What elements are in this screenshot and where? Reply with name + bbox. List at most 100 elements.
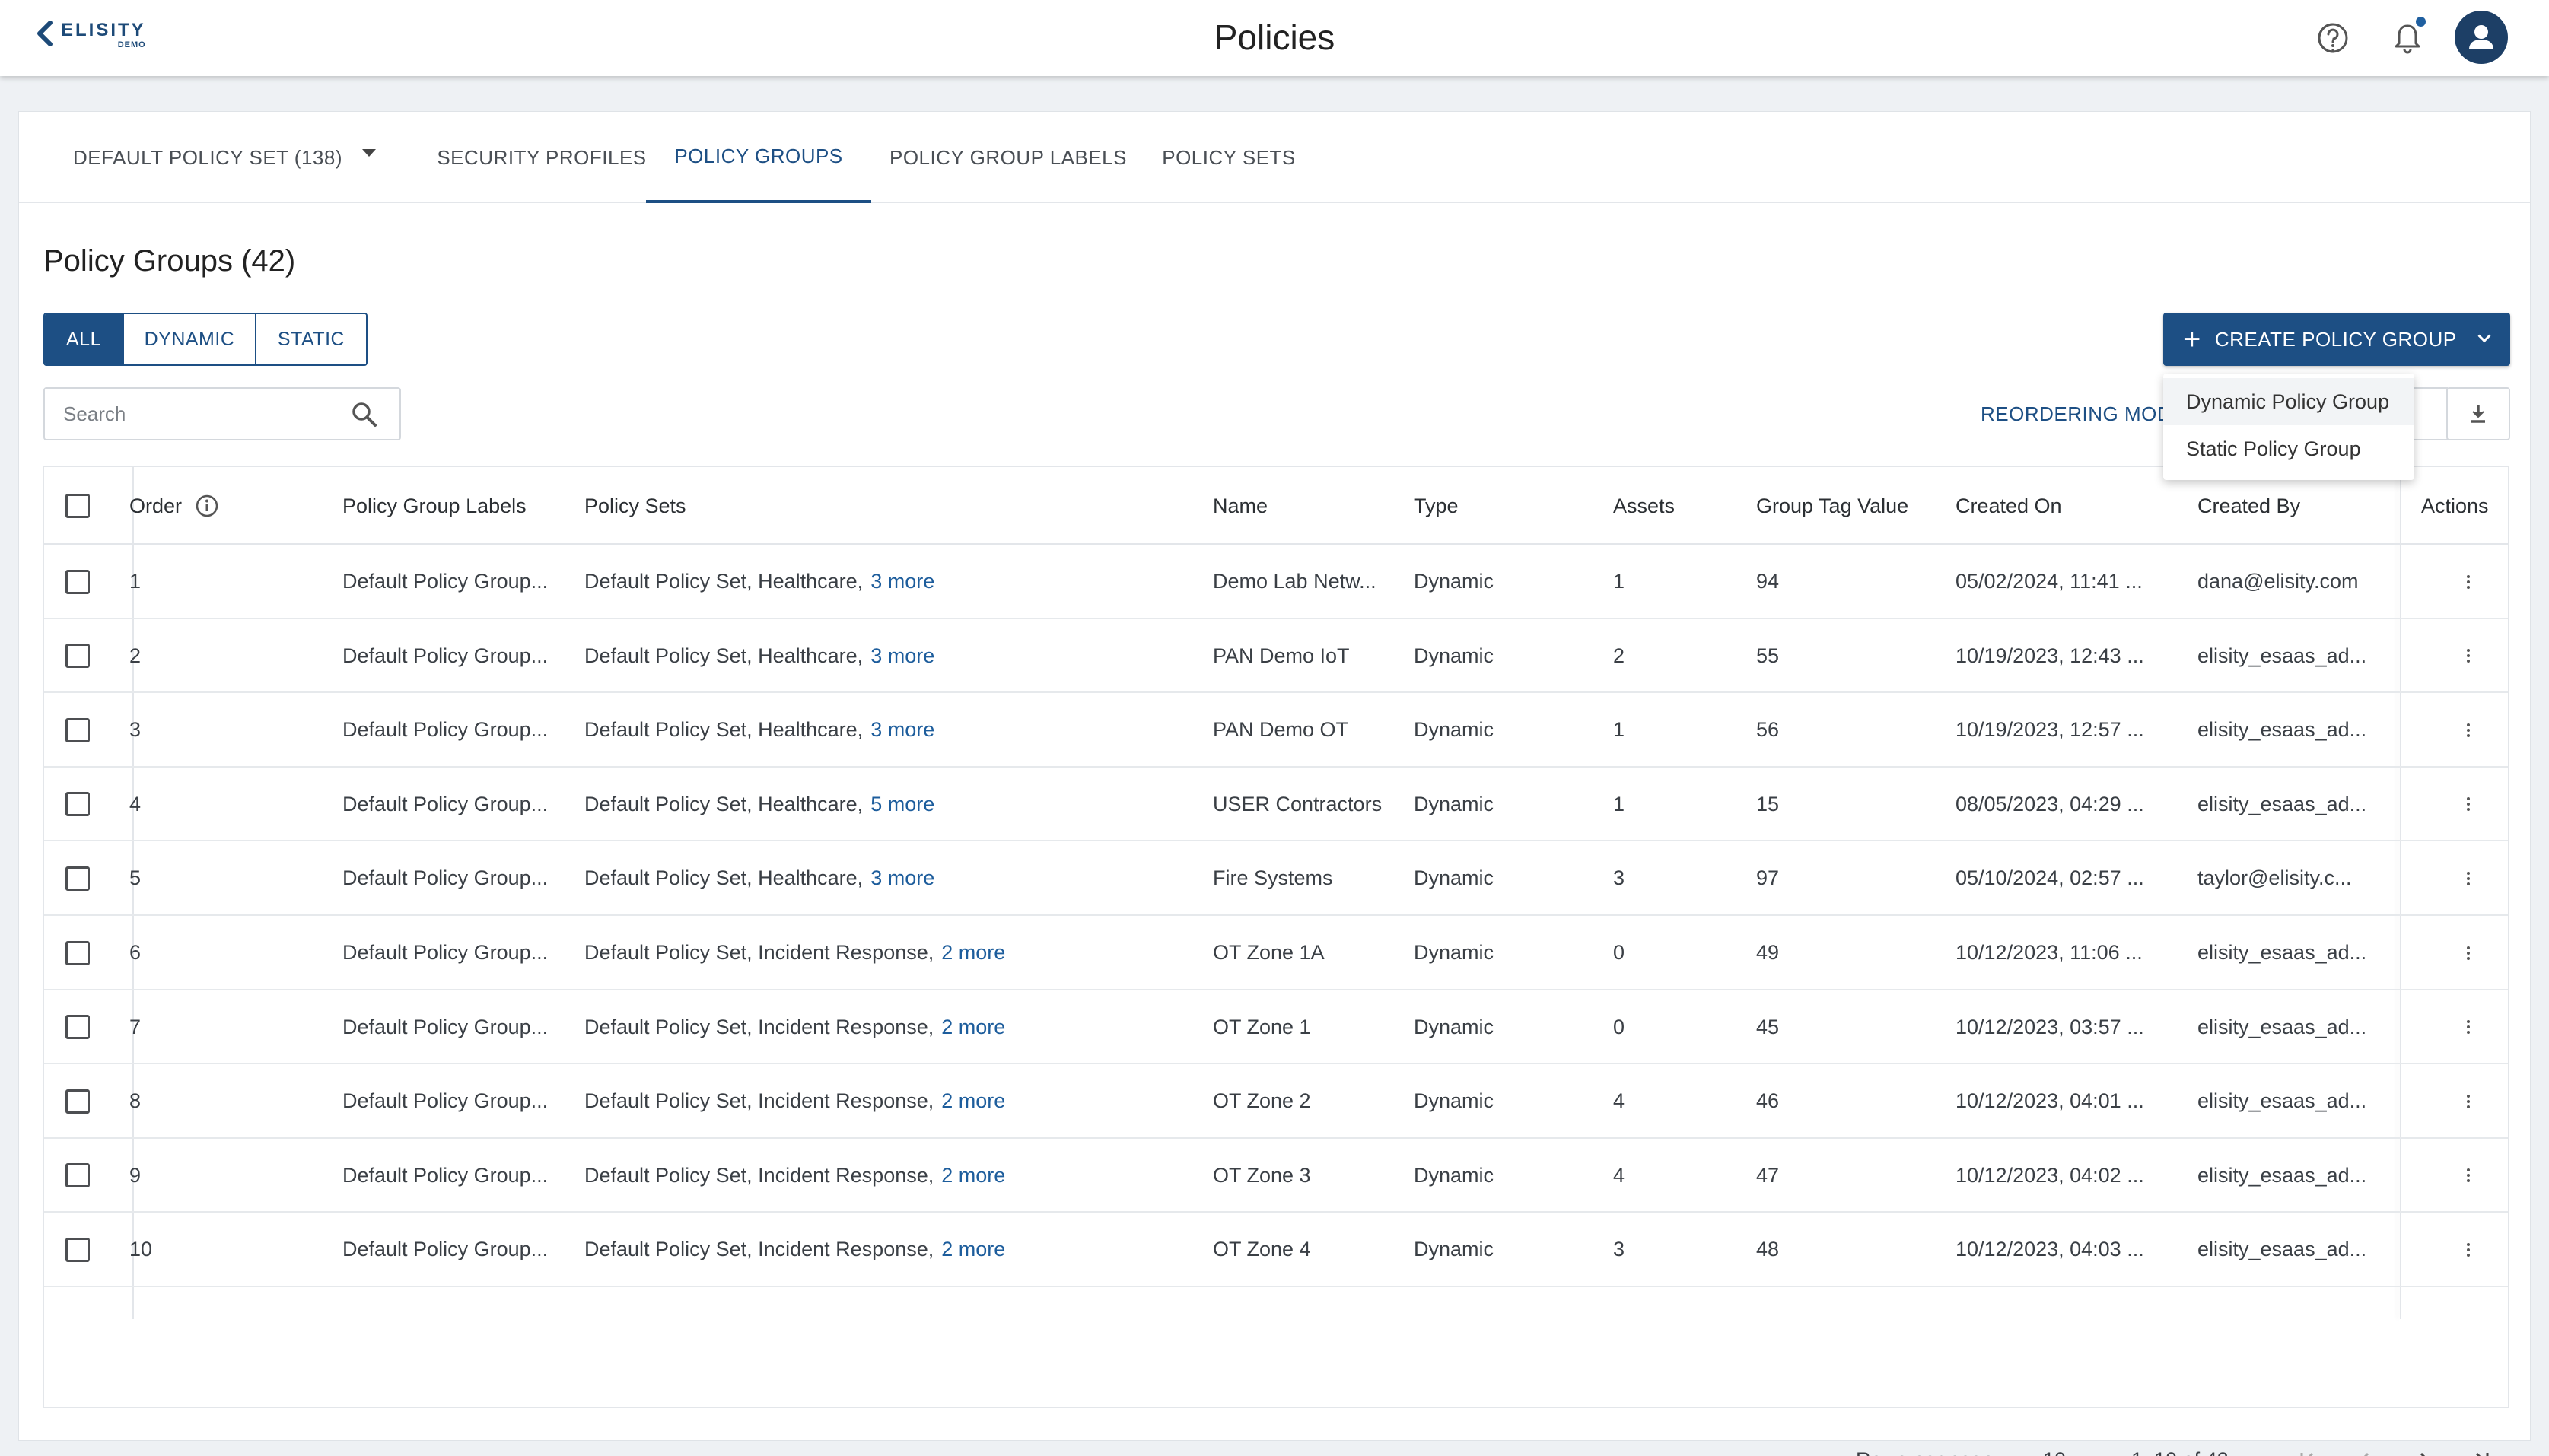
- row-actions-menu-icon[interactable]: [2467, 916, 2470, 990]
- top-bar: ELISITY DEMO Policies: [0, 0, 2549, 76]
- search-icon[interactable]: [351, 401, 378, 428]
- info-icon[interactable]: [194, 493, 220, 519]
- column-policy-group-labels[interactable]: Policy Group Labels: [342, 467, 527, 545]
- cell-sets: Default Policy Set, Healthcare, 3 more: [584, 866, 935, 890]
- row-actions-menu-icon[interactable]: [2467, 1213, 2470, 1286]
- cell-tag: 94: [1756, 570, 1780, 593]
- tab-policy-sets[interactable]: POLICY SETS: [1145, 112, 1313, 203]
- table-row[interactable]: 4 Default Policy Group... Default Policy S…: [44, 768, 2508, 842]
- row-checkbox[interactable]: [65, 768, 90, 841]
- column-name[interactable]: Name: [1213, 467, 1268, 545]
- cell-order: 10: [129, 1238, 153, 1261]
- row-checkbox[interactable]: [65, 693, 90, 767]
- table-row[interactable]: 5 Default Policy Group... Default Policy S…: [44, 841, 2508, 916]
- column-type[interactable]: Type: [1414, 467, 1459, 545]
- cell-labels: Default Policy Group...: [342, 718, 549, 742]
- cell-created-on: 05/02/2024, 11:41 ...: [1956, 570, 2143, 593]
- more-policy-sets-link[interactable]: 5 more: [870, 793, 934, 816]
- row-actions-menu-icon[interactable]: [2467, 545, 2470, 618]
- row-checkbox[interactable]: [65, 990, 90, 1064]
- tab-policy-group-labels[interactable]: POLICY GROUP LABELS: [871, 112, 1145, 203]
- tab-policy-groups[interactable]: POLICY GROUPS: [646, 112, 871, 203]
- column-created-on[interactable]: Created On: [1956, 467, 2062, 545]
- more-policy-sets-link[interactable]: 2 more: [941, 941, 1005, 965]
- row-checkbox[interactable]: [65, 619, 90, 693]
- column-order[interactable]: Order: [129, 467, 220, 545]
- previous-page-icon[interactable]: [2349, 1443, 2382, 1456]
- download-button[interactable]: [2446, 387, 2510, 440]
- cell-name: USER Contractors: [1213, 792, 1383, 815]
- table-row[interactable]: 10 Default Policy Group... Default Policy …: [44, 1213, 2508, 1287]
- more-policy-sets-link[interactable]: 3 more: [870, 644, 934, 668]
- search-input[interactable]: [45, 402, 334, 426]
- more-policy-sets-link[interactable]: 3 more: [870, 718, 934, 742]
- row-checkbox[interactable]: [65, 1139, 90, 1213]
- table-header: Order Policy Group Labels Policy Sets Na…: [44, 467, 2508, 545]
- cell-tag: 15: [1756, 792, 1780, 815]
- row-checkbox[interactable]: [65, 545, 90, 618]
- page-title: Policies: [1214, 17, 1335, 57]
- rows-per-page-label: Rows per page:: [1856, 1429, 2000, 1456]
- table-row[interactable]: 3 Default Policy Group... Default Policy S…: [44, 693, 2508, 768]
- more-policy-sets-link[interactable]: 2 more: [941, 1016, 1005, 1039]
- row-actions-menu-icon[interactable]: [2467, 990, 2470, 1064]
- menu-item-dynamic-policy-group[interactable]: Dynamic Policy Group: [2163, 378, 2414, 425]
- cell-sets: Default Policy Set, Incident Response, 2 …: [584, 1238, 1006, 1261]
- more-policy-sets-link[interactable]: 2 more: [941, 1238, 1005, 1261]
- row-actions-menu-icon[interactable]: [2467, 841, 2470, 915]
- cell-order: 6: [129, 941, 142, 964]
- row-actions-menu-icon[interactable]: [2467, 693, 2470, 767]
- cell-order: 4: [129, 792, 142, 815]
- cell-created-by: dana@elisity.com: [2197, 570, 2359, 593]
- first-page-icon[interactable]: [2291, 1443, 2325, 1456]
- filter-all-button[interactable]: ALL: [45, 314, 124, 364]
- reordering-mode-button[interactable]: REORDERING MOD: [1981, 402, 2172, 426]
- column-group-tag-value[interactable]: Group Tag Value: [1756, 467, 1908, 545]
- table-row[interactable]: 8 Default Policy Group... Default Policy S…: [44, 1064, 2508, 1139]
- row-checkbox[interactable]: [65, 841, 90, 915]
- row-actions-menu-icon[interactable]: [2467, 1139, 2470, 1213]
- cell-name: OT Zone 1A: [1213, 941, 1325, 964]
- cell-name: Fire Systems: [1213, 866, 1333, 890]
- cell-labels: Default Policy Group...: [342, 941, 549, 964]
- tab-security-profiles[interactable]: SECURITY PROFILES: [416, 112, 667, 203]
- cell-assets: 1: [1613, 570, 1625, 593]
- filter-static-button[interactable]: STATIC: [256, 314, 366, 364]
- more-policy-sets-link[interactable]: 2 more: [941, 1089, 1005, 1113]
- policies-card: DEFAULT POLICY SET (138) SECURITY PROFIL…: [18, 111, 2531, 1456]
- help-icon[interactable]: [2310, 15, 2356, 61]
- row-checkbox[interactable]: [65, 916, 90, 990]
- user-avatar[interactable]: [2455, 11, 2508, 64]
- filter-dynamic-button[interactable]: DYNAMIC: [124, 314, 256, 364]
- table-row[interactable]: 2 Default Policy Group... Default Policy S…: [44, 619, 2508, 694]
- more-policy-sets-link[interactable]: 3 more: [870, 570, 934, 593]
- more-policy-sets-link[interactable]: 2 more: [941, 1164, 1005, 1187]
- select-all-checkbox[interactable]: [65, 467, 90, 545]
- cell-tag: 55: [1756, 644, 1780, 667]
- cell-created-on: 10/19/2023, 12:57 ...: [1956, 718, 2144, 742]
- column-policy-sets[interactable]: Policy Sets: [584, 467, 686, 545]
- more-policy-sets-link[interactable]: 3 more: [870, 866, 934, 890]
- create-policy-group-button[interactable]: + CREATE POLICY GROUP: [2163, 313, 2510, 366]
- cell-type: Dynamic: [1414, 792, 1494, 815]
- cell-created-by: elisity_esaas_ad...: [2197, 1015, 2367, 1038]
- notifications-icon[interactable]: [2385, 15, 2430, 61]
- cell-tag: 48: [1756, 1238, 1780, 1261]
- rows-per-page-select[interactable]: 10: [2043, 1429, 2095, 1456]
- last-page-icon[interactable]: [2465, 1443, 2498, 1456]
- next-page-icon[interactable]: [2407, 1443, 2440, 1456]
- row-actions-menu-icon[interactable]: [2467, 619, 2470, 693]
- row-checkbox[interactable]: [65, 1213, 90, 1286]
- menu-item-static-policy-group[interactable]: Static Policy Group: [2163, 425, 2414, 472]
- column-assets[interactable]: Assets: [1613, 467, 1675, 545]
- row-actions-menu-icon[interactable]: [2467, 1064, 2470, 1138]
- table-row[interactable]: 9 Default Policy Group... Default Policy S…: [44, 1139, 2508, 1213]
- tab-default-policy-set[interactable]: DEFAULT POLICY SET (138): [65, 112, 384, 203]
- row-checkbox[interactable]: [65, 1064, 90, 1138]
- table-row[interactable]: 1 Default Policy Group... Default Policy S…: [44, 545, 2508, 619]
- table-row[interactable]: 7 Default Policy Group... Default Policy S…: [44, 990, 2508, 1065]
- row-actions-menu-icon[interactable]: [2467, 768, 2470, 841]
- cell-labels: Default Policy Group...: [342, 570, 549, 593]
- table-row[interactable]: 6 Default Policy Group... Default Policy S…: [44, 916, 2508, 990]
- cell-sets: Default Policy Set, Incident Response, 2 …: [584, 1089, 1006, 1113]
